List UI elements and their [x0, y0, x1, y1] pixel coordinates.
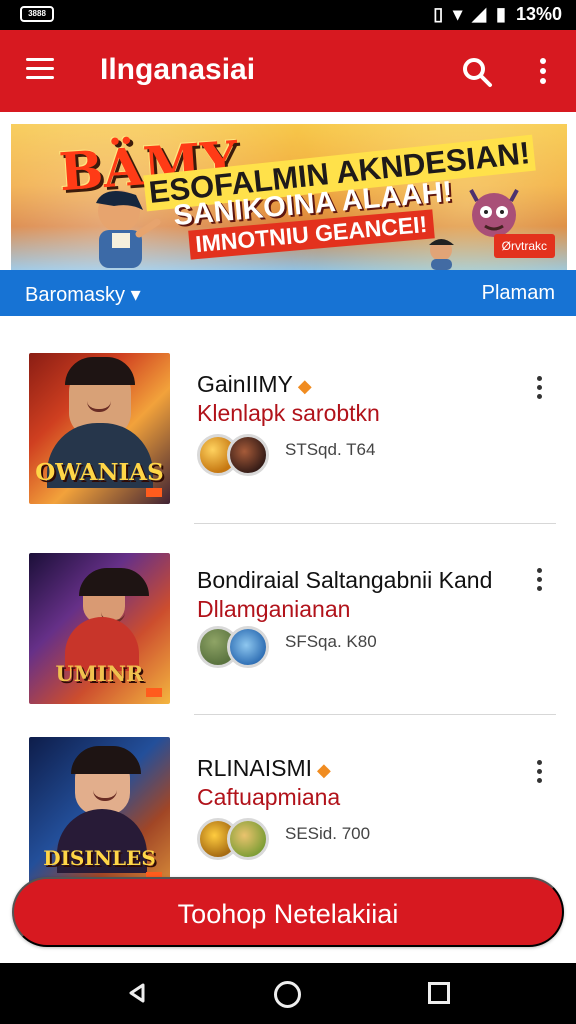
- banner-badge: Ørvtrakc: [493, 234, 555, 258]
- status-left: 3888: [20, 6, 54, 22]
- status-bar: 3888 ▯ ▾ ◢ ▮ 13%0: [0, 0, 576, 30]
- category-dropdown-label: Baromasky: [25, 284, 126, 306]
- category-dropdown[interactable]: Baromasky ▾: [25, 282, 141, 307]
- thumbnail-face-illustration: [71, 746, 141, 815]
- avatar: [227, 818, 269, 860]
- more-vert-icon[interactable]: [535, 568, 543, 594]
- item-meta: SFSqa. K80: [285, 632, 377, 651]
- item-text: Bondiraial Saltangabnii Kand Dllamganian…: [197, 567, 522, 623]
- item-name: Bondiraial Saltangabnii Kand: [197, 567, 493, 593]
- item-meta: STSqd. T64: [285, 440, 376, 459]
- primary-action-button[interactable]: Toohop Netelakiiai: [12, 877, 564, 947]
- android-navigation-bar: [0, 963, 576, 1024]
- thumbnail-face-illustration: [79, 568, 149, 623]
- list-item[interactable]: UMINR Bondiraial Saltangabnii Kand Dllam…: [0, 516, 576, 704]
- wifi-icon: ▾: [453, 4, 463, 24]
- page-title: Ilnganasiai: [100, 53, 256, 86]
- avatar-group: [197, 434, 275, 478]
- thumbnail-title-art: UMINR: [55, 661, 144, 686]
- more-vert-icon[interactable]: [535, 376, 543, 402]
- avatar: [227, 434, 269, 476]
- game-thumbnail[interactable]: OWANIAS: [29, 353, 170, 504]
- thumbnail-title-art: OWANIAS: [35, 459, 164, 486]
- avatar-group: [197, 626, 275, 670]
- list-item[interactable]: DISINLES RLINAISMI ◆ Caftuapmiana SESid. …: [0, 700, 576, 888]
- search-icon[interactable]: [461, 56, 493, 88]
- game-thumbnail[interactable]: UMINR: [29, 553, 170, 704]
- promo-banner[interactable]: BÄMY ESOFALMIN AKNDESIAN! SANIKOINA ALAA…: [11, 124, 567, 270]
- item-subtitle: Caftuapmiana: [197, 784, 341, 810]
- app-bar: Ilnganasiai: [0, 30, 576, 112]
- banner-tab-right[interactable]: Plamam: [482, 282, 555, 305]
- list-item[interactable]: OWANIAS GainIIMY ◆ Klenlapk sarobtkn STSq…: [0, 316, 576, 504]
- item-name: GainIIMY ◆: [197, 371, 312, 397]
- item-subtitle: Klenlapk sarobtkn: [197, 400, 380, 426]
- banner-small-character: [421, 238, 463, 270]
- home-icon[interactable]: [274, 981, 301, 1008]
- avatar-group: [197, 818, 275, 862]
- thumbnail-logo: [146, 688, 162, 697]
- more-vert-icon[interactable]: [535, 760, 543, 786]
- back-icon[interactable]: [125, 981, 149, 1005]
- item-subtitle: Dllamganianan: [197, 596, 351, 622]
- signal-icon: ◢: [472, 4, 487, 24]
- more-vert-icon[interactable]: [538, 58, 548, 86]
- chevron-down-icon: ▾: [130, 284, 141, 306]
- game-list: OWANIAS GainIIMY ◆ Klenlapk sarobtkn STSq…: [0, 316, 576, 888]
- thumbnail-title-art: DISINLES: [43, 846, 156, 870]
- item-meta: SESid. 700: [285, 824, 371, 843]
- status-time: 13%0: [515, 4, 562, 24]
- item-text: RLINAISMI ◆ Caftuapmiana: [197, 755, 522, 811]
- verified-icon: ◆: [297, 376, 312, 396]
- banner-tab-bar: Baromasky ▾ Plamam: [0, 270, 576, 316]
- recent-apps-icon[interactable]: [428, 982, 450, 1004]
- status-right: ▯ ▾ ◢ ▮ 13%0: [433, 4, 562, 25]
- vibrate-icon: ▯: [433, 4, 444, 24]
- battery-icon: ▮: [496, 4, 506, 24]
- verified-icon: ◆: [317, 760, 331, 780]
- menu-icon[interactable]: [26, 58, 54, 82]
- avatar: [227, 626, 269, 668]
- item-text: GainIIMY ◆ Klenlapk sarobtkn: [197, 371, 522, 427]
- game-thumbnail[interactable]: DISINLES: [29, 737, 170, 888]
- item-name: RLINAISMI ◆: [197, 755, 331, 781]
- thumbnail-logo: [146, 488, 162, 497]
